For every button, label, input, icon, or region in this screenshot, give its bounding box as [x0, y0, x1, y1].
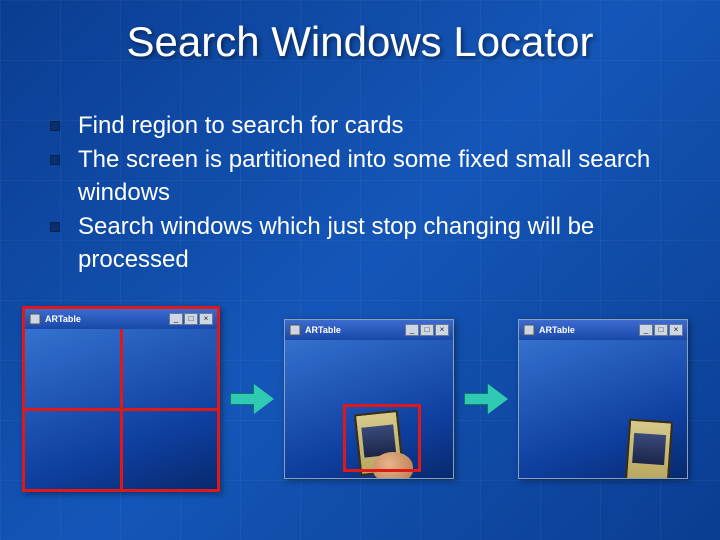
window-titlebar: ARTable _ □ ×	[519, 320, 687, 340]
arrow-icon	[464, 384, 508, 414]
bullet-text: Search windows which just stop changing …	[78, 211, 690, 276]
app-icon	[523, 324, 535, 336]
example-window-result: ARTable _ □ ×	[518, 319, 688, 479]
window-content	[25, 329, 217, 489]
close-button[interactable]: ×	[199, 313, 213, 325]
window-controls: _ □ ×	[405, 324, 449, 336]
maximize-button[interactable]: □	[654, 324, 668, 336]
square-bullet-icon	[50, 121, 60, 131]
window-title-text: ARTable	[539, 325, 635, 335]
window-titlebar: ARTable _ □ ×	[25, 309, 217, 329]
window-content	[285, 340, 453, 478]
close-button[interactable]: ×	[435, 324, 449, 336]
square-bullet-icon	[50, 155, 60, 165]
maximize-button[interactable]: □	[420, 324, 434, 336]
playing-card	[625, 419, 673, 478]
bullet-item: The screen is partitioned into some fixe…	[50, 144, 690, 209]
window-titlebar: ARTable _ □ ×	[285, 320, 453, 340]
window-title-text: ARTable	[305, 325, 401, 335]
bullet-item: Find region to search for cards	[50, 110, 690, 142]
bullet-text: Find region to search for cards	[78, 110, 690, 142]
window-controls: _ □ ×	[169, 313, 213, 325]
window-content	[519, 340, 687, 478]
app-icon	[289, 324, 301, 336]
app-icon	[29, 313, 41, 325]
example-window-grid: ARTable _ □ ×	[22, 306, 220, 492]
bullet-text: The screen is partitioned into some fixe…	[78, 144, 690, 209]
figure-row: ARTable _ □ × ARTable _ □ ×	[22, 306, 698, 492]
grid-line-vertical	[120, 329, 123, 489]
example-window-selection: ARTable _ □ ×	[284, 319, 454, 479]
selection-rectangle	[343, 404, 421, 472]
minimize-button[interactable]: _	[169, 313, 183, 325]
square-bullet-icon	[50, 222, 60, 232]
arrow-icon	[230, 384, 274, 414]
minimize-button[interactable]: _	[405, 324, 419, 336]
minimize-button[interactable]: _	[639, 324, 653, 336]
window-title-text: ARTable	[45, 314, 165, 324]
maximize-button[interactable]: □	[184, 313, 198, 325]
bullet-list: Find region to search for cards The scre…	[50, 110, 690, 278]
close-button[interactable]: ×	[669, 324, 683, 336]
slide-title: Search Windows Locator	[0, 18, 720, 66]
window-controls: _ □ ×	[639, 324, 683, 336]
bullet-item: Search windows which just stop changing …	[50, 211, 690, 276]
